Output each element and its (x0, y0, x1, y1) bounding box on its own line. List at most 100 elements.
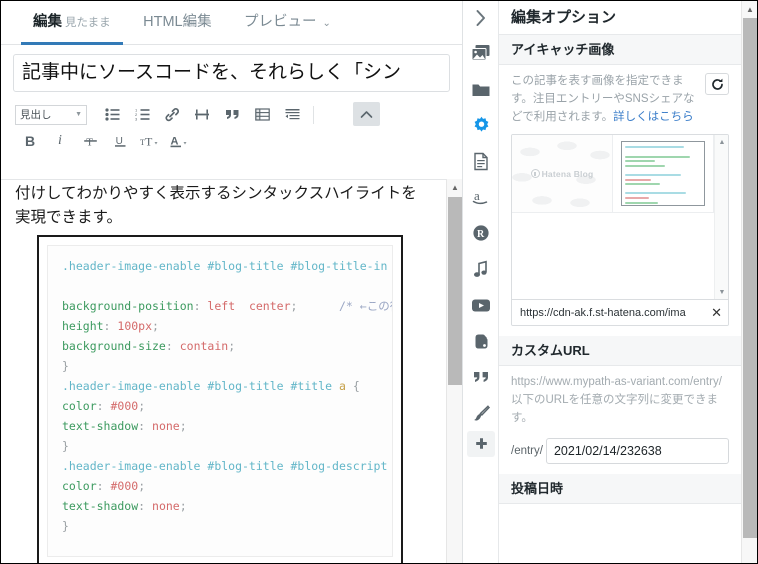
close-icon[interactable]: ✕ (707, 305, 722, 321)
code-token: ; (228, 339, 236, 353)
scroll-up-icon[interactable]: ▲ (447, 179, 462, 195)
editor-scrollbar-thumb[interactable] (448, 197, 462, 385)
custom-url-input[interactable]: 2021/02/14/232638 (545, 437, 729, 464)
svg-text:a: a (474, 188, 480, 203)
sidebar: a R 編集オプション アイキャッチ画像 この記事を表す画像を指定できます。注目… (462, 1, 757, 563)
plus-icon[interactable] (467, 431, 495, 457)
code-token: #000 (110, 399, 139, 413)
editor-content-area[interactable]: 付けしてわかりやすく表示するシンタックスハイライトを実現できます。 .heade… (1, 179, 462, 563)
toolbar-row-1: 見出し ▼ 123 (15, 101, 452, 128)
youtube-icon[interactable] (463, 287, 499, 323)
svg-text:3: 3 (135, 117, 138, 121)
code-token: .header-image-enable #blog-title #title (62, 379, 339, 393)
sidebar-panel: 編集オプション アイキャッチ画像 この記事を表す画像を指定できます。注目エントリ… (499, 1, 741, 563)
refresh-icon[interactable] (705, 73, 729, 95)
eyecatch-url-value[interactable]: https://cdn-ak.f.st-hatena.com/ima (520, 307, 707, 319)
photo-icon[interactable] (463, 35, 499, 71)
quote-icon[interactable] (463, 359, 499, 395)
eyecatch-learn-more-link[interactable]: 詳しくはこちら (613, 111, 694, 123)
strikethrough-icon[interactable]: T (77, 129, 103, 153)
svg-text:R: R (477, 229, 485, 240)
code-token: { (345, 379, 360, 393)
horizontal-rule-icon[interactable] (189, 103, 215, 127)
gear-icon[interactable] (463, 107, 499, 143)
hatena-blog-caption: Hatena Blog (541, 168, 594, 179)
code-token: } (62, 519, 69, 533)
eyecatch-picker: Hatena Blog ▲ ▼ https://cdn-ak.f.st-hate… (511, 134, 729, 327)
hatena-blog-editor-window: 編集 見たまま HTML編集 プレビュー ⌄ 記事中にソースコードを、それらしく「シ… (0, 0, 758, 564)
code-line: } (62, 356, 390, 376)
expand-panel-icon[interactable] (463, 1, 499, 35)
editor-content-inner: 付けしてわかりやすく表示するシンタックスハイライトを実現できます。 .heade… (1, 180, 433, 563)
code-token: : (96, 399, 111, 413)
font-size-icon[interactable]: TT (137, 129, 163, 153)
table-icon[interactable] (249, 103, 275, 127)
mini-code-line (625, 192, 686, 195)
thumbnail-scrollbar[interactable]: ▲ ▼ (714, 135, 728, 300)
indent-icon[interactable] (279, 103, 305, 127)
thumbnail-scroll-up-icon[interactable]: ▲ (715, 135, 728, 149)
brush-icon[interactable] (463, 395, 499, 431)
tab-html-edit-label: HTML編集 (143, 14, 212, 30)
thumbnail-scroll-area: Hatena Blog ▲ ▼ (512, 135, 728, 300)
tab-edit[interactable]: 編集 見たまま (19, 1, 125, 45)
music-icon[interactable] (463, 251, 499, 287)
document-icon[interactable] (463, 143, 499, 179)
code-token: : (103, 319, 118, 333)
code-line: } (62, 516, 390, 536)
code-line: text-shadow: none; (62, 496, 390, 516)
code-token: : (138, 499, 153, 513)
eyecatch-url-row: https://cdn-ak.f.st-hatena.com/ima ✕ (512, 299, 728, 326)
thumbnail-empty-space (512, 213, 728, 300)
blockquote-icon[interactable] (219, 103, 245, 127)
code-token: ; (179, 499, 187, 513)
tab-preview-label: プレビュー (244, 14, 317, 30)
code-token: contain (179, 339, 229, 353)
code-token: 100px (117, 319, 153, 333)
code-token: : (165, 339, 180, 353)
heading-style-select[interactable]: 見出し ▼ (15, 104, 87, 125)
toolbar-collapse-button[interactable] (353, 102, 380, 126)
italic-icon[interactable]: i (47, 129, 73, 153)
eyecatch-section-body: この記事を表す画像を指定できます。注目エントリーやSNSシェアなどで利用されます… (499, 65, 741, 336)
sidebar-vertical-scrollbar[interactable]: ▲ (741, 1, 757, 563)
bold-icon[interactable]: B (17, 129, 43, 153)
evernote-icon[interactable] (463, 323, 499, 359)
link-icon[interactable] (159, 103, 185, 127)
rakuten-icon[interactable]: R (463, 215, 499, 251)
code-block: .header-image-enable #blog-title #blog-t… (47, 245, 393, 557)
thumbnail-scroll-down-icon[interactable]: ▼ (715, 285, 728, 299)
thumbnail-hatena-placeholder[interactable]: Hatena Blog (512, 135, 613, 213)
code-line: text-shadow: none; (62, 416, 390, 436)
mini-code-line (625, 146, 685, 149)
code-token: #000 (110, 479, 139, 493)
svg-text:T: T (86, 137, 93, 149)
embedded-code-card[interactable]: .header-image-enable #blog-title #blog-t… (37, 235, 403, 563)
code-line: background-size: contain; (62, 336, 390, 356)
numbered-list-icon[interactable]: 123 (129, 103, 155, 127)
panel-title: 編集オプション (499, 1, 741, 35)
font-color-icon[interactable]: A (167, 129, 193, 153)
sidebar-scroll-up-icon[interactable]: ▲ (742, 1, 757, 17)
code-line: background-position: left center; /* ←この… (62, 296, 392, 316)
code-token: .header-image-enable #blog-title #blog-d… (62, 459, 388, 473)
sidebar-scrollbar-thumb[interactable] (743, 18, 757, 538)
bullet-list-icon[interactable] (99, 103, 125, 127)
thumbnail-code-screenshot[interactable] (613, 135, 714, 213)
underline-icon[interactable]: U (107, 129, 133, 153)
tab-html-edit[interactable]: HTML編集 (129, 1, 225, 45)
folder-icon[interactable] (463, 71, 499, 107)
code-token: : (193, 299, 208, 313)
tab-preview[interactable]: プレビュー ⌄ (230, 1, 345, 45)
amazon-icon[interactable]: a (463, 179, 499, 215)
code-line: .header-image-enable #blog-title #blog-t… (62, 256, 390, 276)
title-input[interactable]: 記事中にソースコードを、それらしく「シン (13, 54, 450, 92)
mini-code-line (625, 160, 656, 163)
mini-code-line (625, 183, 660, 186)
editor-vertical-scrollbar[interactable]: ▲ (446, 179, 462, 563)
hatena-placeholder-art: Hatena Blog (512, 135, 612, 213)
code-token: background-position (62, 299, 194, 313)
code-token: ; (179, 419, 187, 433)
